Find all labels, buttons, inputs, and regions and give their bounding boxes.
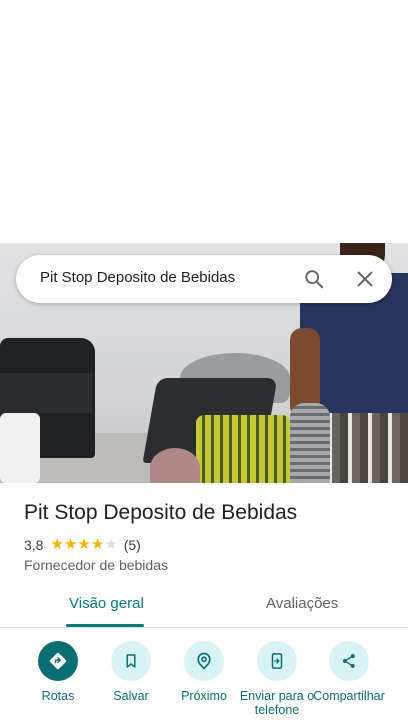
search-query[interactable]: Pit Stop Deposito de Bebidas xyxy=(40,269,235,286)
map-blank-area xyxy=(0,0,408,243)
tabs-divider xyxy=(0,627,408,628)
directions-button[interactable]: Rotas xyxy=(18,641,98,703)
star-icon: ★ xyxy=(77,536,91,553)
nearby-icon xyxy=(184,641,224,681)
tab-overview[interactable]: Visão geral xyxy=(69,595,144,612)
bookmark-icon xyxy=(111,641,151,681)
rating-value: 3,8 xyxy=(24,537,44,553)
share-button[interactable]: Compartilhar xyxy=(309,641,389,703)
review-count: (5) xyxy=(123,537,141,553)
rating-row[interactable]: 3,8 ★ ★ ★ ★ ★ (5) xyxy=(24,536,141,554)
share-icon xyxy=(329,641,369,681)
search-bar[interactable]: Pit Stop Deposito de Bebidas xyxy=(16,255,392,303)
directions-label: Rotas xyxy=(41,689,75,703)
send-to-phone-icon xyxy=(257,641,297,681)
place-title: Pit Stop Deposito de Bebidas xyxy=(24,501,298,524)
star-icon: ★ xyxy=(90,536,105,553)
close-icon[interactable] xyxy=(354,268,376,290)
share-label: Compartilhar xyxy=(313,689,385,703)
star-rating: ★ ★ ★ ★ ★ xyxy=(50,537,117,553)
nearby-button[interactable]: Próximo xyxy=(164,641,244,703)
save-label: Salvar xyxy=(113,689,149,703)
star-icon: ★ xyxy=(63,536,78,553)
place-category[interactable]: Fornecedor de bebidas xyxy=(24,557,168,573)
directions-icon xyxy=(38,641,78,681)
search-icon[interactable] xyxy=(303,268,325,290)
send-to-phone-label: Enviar para o telefone xyxy=(239,689,315,717)
tab-reviews[interactable]: Avaliações xyxy=(266,595,338,612)
star-empty-icon: ★ xyxy=(104,536,118,553)
send-to-phone-button[interactable]: Enviar para o telefone xyxy=(237,641,317,717)
nearby-label: Próximo xyxy=(181,689,227,703)
star-icon: ★ xyxy=(50,536,64,553)
save-button[interactable]: Salvar xyxy=(91,641,171,703)
